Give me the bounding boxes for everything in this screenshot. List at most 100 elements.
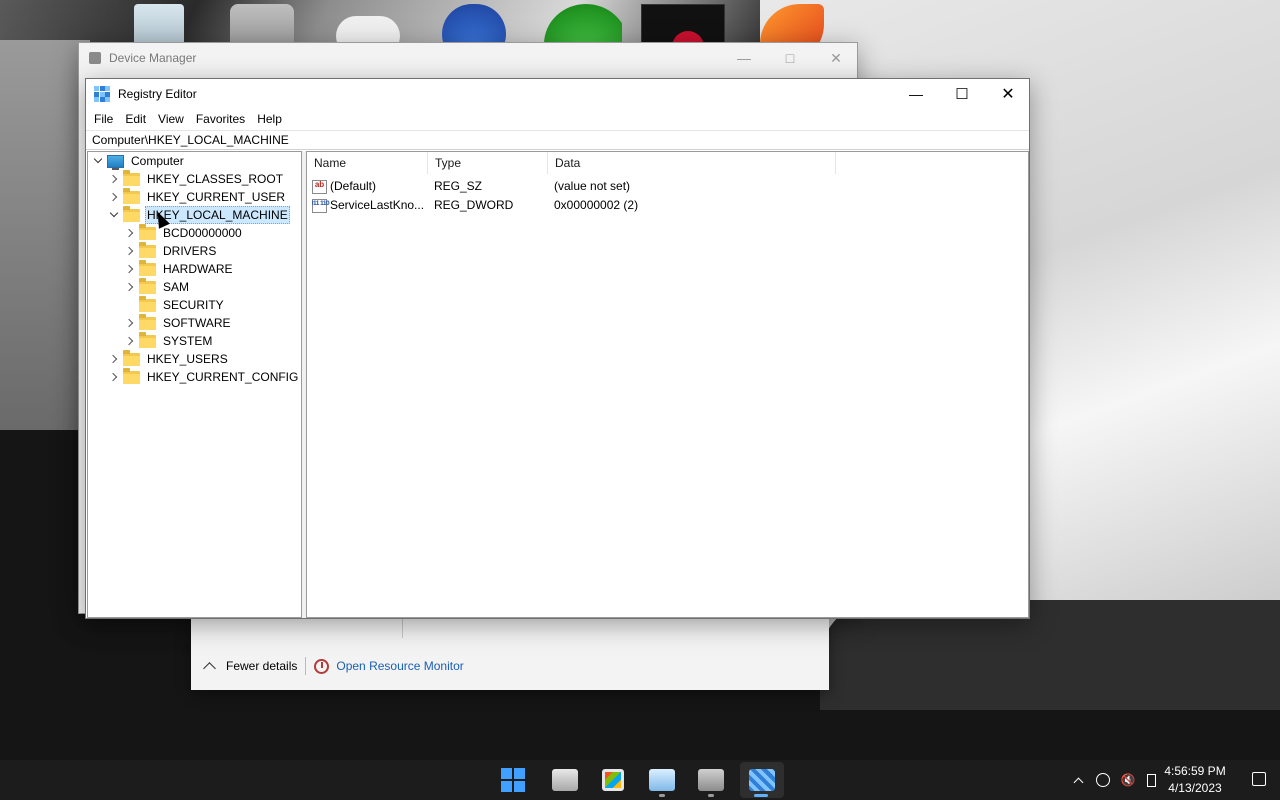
store-icon [602,769,624,791]
taskbar-microsoft-store[interactable] [593,762,633,798]
value-row-default[interactable]: ab (Default) REG_SZ (value not set) [307,177,836,196]
taskbar-registry-editor[interactable] [740,762,784,798]
expand-toggle[interactable] [106,188,122,206]
game-phoenix-icon[interactable] [750,4,834,44]
expand-toggle[interactable] [122,260,138,278]
expand-toggle[interactable] [106,350,122,368]
value-type: REG_SZ [434,179,483,193]
expand-toggle[interactable] [122,314,138,332]
folder-icon [123,205,140,222]
expand-toggle[interactable] [106,170,122,188]
menu-file[interactable]: File [88,109,119,129]
folder-icon [139,259,156,276]
globe-icon [1096,773,1110,787]
notification-center-icon[interactable] [1252,772,1266,786]
system-clock[interactable]: 4:56:59 PM 4/13/2023 [1160,763,1230,797]
open-resource-monitor-link[interactable]: Open Resource Monitor [314,658,464,674]
registry-editor-icon [94,86,110,102]
app-icon-dark[interactable] [641,4,725,44]
chevron-up-icon [1073,777,1083,787]
resource-monitor-icon [314,658,330,674]
registry-editor-title: Registry Editor [118,87,197,101]
folder-desktop-icon[interactable] [220,4,304,44]
taskbar-task-manager[interactable] [642,762,682,798]
show-hidden-icons-button[interactable] [1070,760,1086,800]
network-globe-icon[interactable] [1094,760,1112,800]
key-tree[interactable]: Computer HKEY_CLASSES_ROOT HKEY_CURRENT_… [87,151,302,618]
expand-toggle[interactable] [90,152,106,170]
fewer-details-button[interactable]: Fewer details [203,659,297,675]
file-explorer-icon [552,769,578,791]
menu-help[interactable]: Help [251,109,288,129]
value-row-servicelastknown[interactable]: 011 110ServiceLastKno... REG_DWORD 0x000… [307,196,836,215]
registry-editor-titlebar[interactable]: Registry Editor — ☐ ✕ [86,79,1029,109]
registry-editor-icon [749,769,775,791]
tree-item-hkey-users[interactable]: HKEY_USERS [106,349,230,368]
taskbar-file-explorer[interactable] [545,762,585,798]
open-resource-monitor-label: Open Resource Monitor [336,659,464,673]
app-icon-blue[interactable] [432,4,516,44]
tree-item-hkey-current-user[interactable]: HKEY_CURRENT_USER [106,187,287,206]
volume-muted-icon[interactable]: 🔇 [1119,760,1137,800]
tree-item-sam[interactable]: SAM [122,277,191,296]
chevron-right-icon [108,372,118,382]
expand-toggle[interactable] [106,206,122,224]
battery-outline-icon [1146,773,1156,787]
minimize-button[interactable]: — [721,43,767,73]
tree-item-hardware[interactable]: HARDWARE [122,259,235,278]
tree-item-computer[interactable]: Computer [90,152,186,170]
tree-item-system[interactable]: SYSTEM [122,331,214,350]
tree-item-bcd00000000[interactable]: BCD00000000 [122,223,244,242]
menu-edit[interactable]: Edit [119,109,152,129]
tree-item-hkey-classes-root[interactable]: HKEY_CLASSES_ROOT [106,169,285,188]
column-header-name[interactable]: Name [307,152,428,174]
taskbar-device-manager[interactable] [691,762,731,798]
tree-item-security[interactable]: SECURITY [122,295,226,314]
xbox-icon[interactable] [538,4,622,44]
expand-toggle[interactable] [122,278,138,296]
folder-icon [123,367,140,384]
folder-icon [123,349,140,366]
task-manager-window[interactable]: Fewer details Open Resource Monitor [191,618,829,690]
menu-favorites[interactable]: Favorites [190,109,251,129]
address-bar[interactable]: Computer\HKEY_LOCAL_MACHINE [86,130,1029,150]
tree-item-label: HARDWARE [163,262,233,276]
tree-item-software[interactable]: SOFTWARE [122,313,233,332]
close-button[interactable]: ✕ [985,79,1031,109]
folder-icon [139,313,156,330]
maximize-button[interactable]: □ [767,43,813,73]
start-button[interactable] [493,762,533,798]
device-manager-icon [89,52,101,64]
clock-time: 4:56:59 PM [1164,764,1226,778]
values-list[interactable]: Name Type Data ab (Default) REG_SZ (value… [306,151,1029,618]
controller-icon[interactable] [326,4,410,44]
expand-toggle[interactable] [122,332,138,350]
tree-item-drivers[interactable]: DRIVERS [122,241,218,260]
value-name: (Default) [330,179,377,193]
device-manager-icon [698,769,724,791]
menu-view[interactable]: View [152,109,190,129]
column-header-data[interactable]: Data [548,152,836,174]
recycle-bin-icon[interactable] [116,4,200,44]
footer-divider [305,657,307,675]
minimize-button[interactable]: — [893,79,939,109]
column-header-type[interactable]: Type [428,152,548,174]
tree-item-hkey-local-machine[interactable]: HKEY_LOCAL_MACHINE [106,205,290,224]
folder-icon [139,241,156,258]
maximize-button[interactable]: ☐ [939,79,985,109]
registry-editor-window[interactable]: Registry Editor — ☐ ✕ File Edit View Fav… [85,78,1030,619]
close-button[interactable]: ✕ [813,43,859,73]
chevron-up-icon [203,661,216,675]
expand-toggle[interactable] [106,368,122,386]
tree-item-label: SYSTEM [163,334,213,348]
menu-bar: File Edit View Favorites Help [86,109,1029,129]
value-name-cell: 011 110ServiceLastKno... [312,196,428,215]
tree-item-hkey-current-config[interactable]: HKEY_CURRENT_CONFIG [106,367,300,386]
device-manager-titlebar[interactable]: Device Manager — □ ✕ [79,43,857,73]
tree-item-label: Computer [131,154,184,168]
wallpaper-left [0,40,90,430]
expand-toggle[interactable] [122,224,138,242]
battery-icon[interactable] [1143,760,1159,800]
tree-item-label: BCD00000000 [163,226,242,240]
expand-toggle[interactable] [122,242,138,260]
